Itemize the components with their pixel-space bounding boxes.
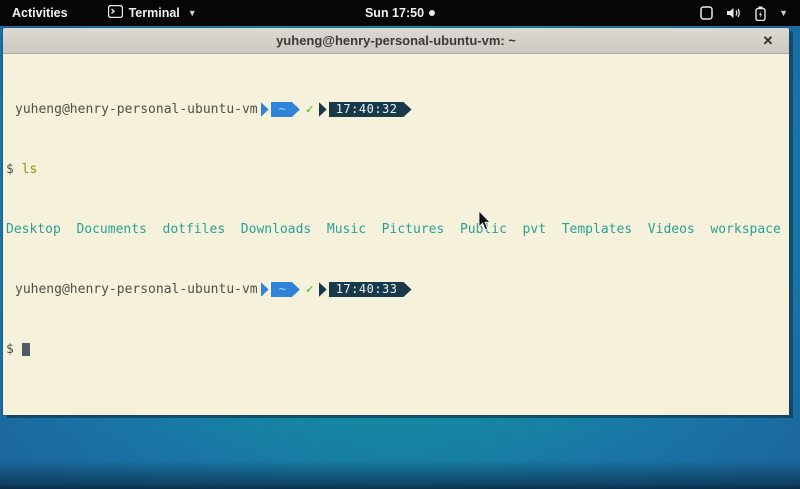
powerline-arrow-icon [261,102,269,117]
ls-output-line: Desktop Documents dotfiles Downloads Mus… [6,222,785,237]
terminal-window: yuheng@henry-personal-ubuntu-vm: ~ ✕ yuh… [3,28,789,415]
status-check-icon: ✓ [306,282,314,297]
terminal-icon [108,5,123,21]
clock-label: Sun 17:50 [365,6,424,20]
current-input-line[interactable]: $ [6,342,785,357]
display-icon [700,6,713,20]
status-check-icon: ✓ [306,102,314,117]
command-text: ls [22,162,38,177]
top-bar: Activities Terminal ▼ Sun 17:50 [0,0,800,26]
prompt-user: yuheng@henry-personal-ubuntu-vm [6,282,258,297]
command-line: $ ls [6,162,785,177]
directory-list: Desktop Documents dotfiles Downloads Mus… [6,222,781,237]
mouse-cursor-icon [478,211,491,236]
powerline-arrow-icon [261,282,269,297]
system-tray[interactable]: ▼ [688,0,800,26]
volume-icon [726,6,742,20]
activities-button[interactable]: Activities [0,0,80,26]
powerline-arrow-icon [319,282,327,297]
window-title: yuheng@henry-personal-ubuntu-vm: ~ [276,33,516,48]
prompt-line-1: yuheng@henry-personal-ubuntu-vm ~ ✓ 17:4… [6,102,785,117]
prompt-time-segment: 17:40:33 [329,282,412,297]
window-titlebar[interactable]: yuheng@henry-personal-ubuntu-vm: ~ ✕ [3,28,789,54]
chevron-down-icon: ▼ [188,8,197,18]
chevron-down-icon: ▼ [779,8,788,18]
notification-dot [429,10,435,16]
prompt-user: yuheng@henry-personal-ubuntu-vm [6,102,258,117]
clock-menu[interactable]: Sun 17:50 [365,0,435,26]
prompt-path-segment: ~ [271,102,300,117]
prompt-symbol: $ [6,342,14,357]
prompt-path-segment: ~ [271,282,300,297]
battery-icon [755,6,766,21]
terminal-cursor [22,343,30,356]
terminal-content[interactable]: yuheng@henry-personal-ubuntu-vm ~ ✓ 17:4… [3,54,789,415]
powerline-arrow-icon [319,102,327,117]
close-button[interactable]: ✕ [757,28,779,54]
prompt-line-2: yuheng@henry-personal-ubuntu-vm ~ ✓ 17:4… [6,282,785,297]
app-menu-label: Terminal [129,6,180,20]
prompt-time-segment: 17:40:32 [329,102,412,117]
app-menu-terminal[interactable]: Terminal ▼ [98,0,207,26]
prompt-symbol: $ [6,162,14,177]
desktop: { "top_bar": { "activities_label": "Acti… [0,0,800,489]
